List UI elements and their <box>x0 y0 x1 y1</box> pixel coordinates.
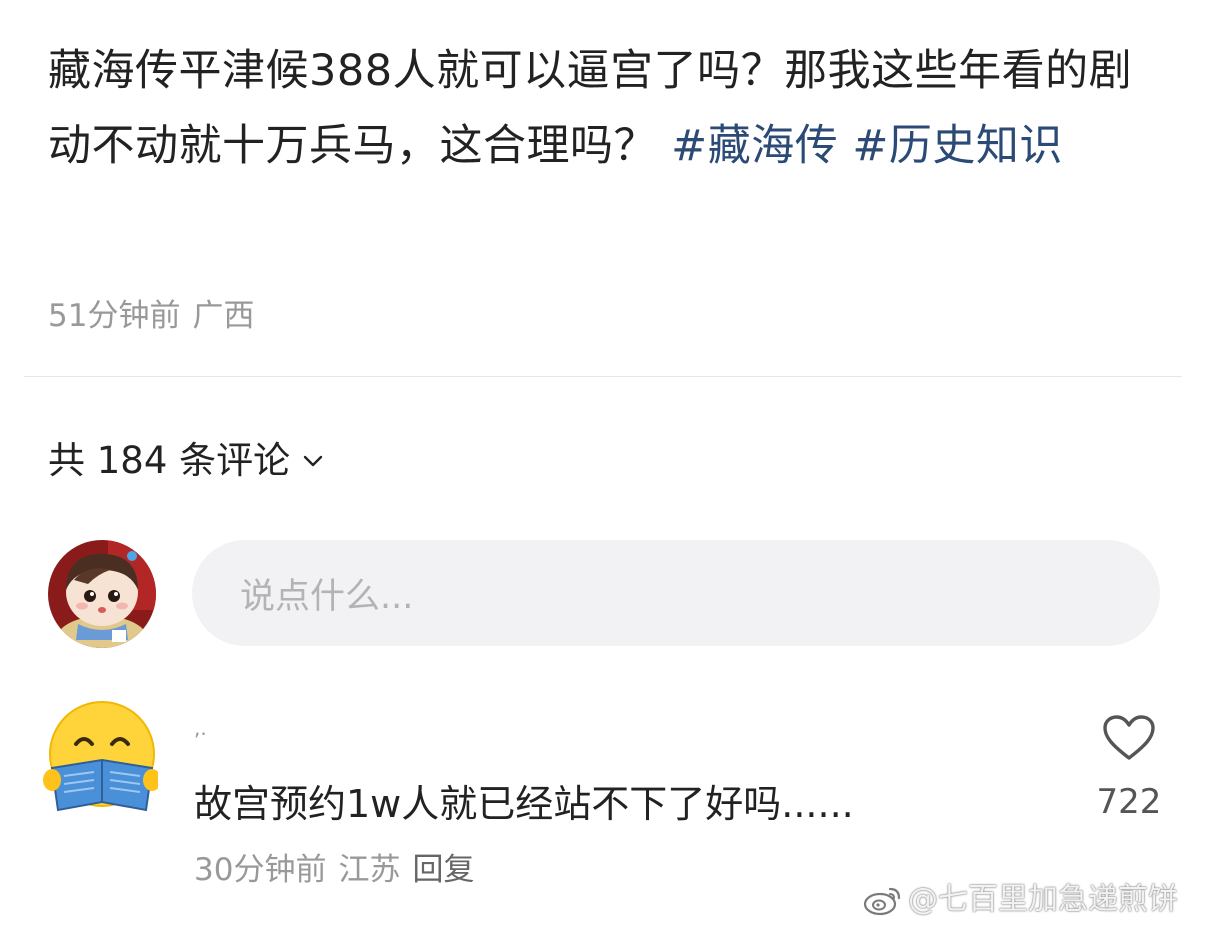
comment-time: 30分钟前 <box>194 852 327 888</box>
comment-username[interactable]: ,. <box>194 714 207 742</box>
comment-meta: 30分钟前 江苏 回复 <box>194 848 474 892</box>
chevron-down-icon <box>303 455 323 467</box>
comment-location: 江苏 <box>338 852 401 888</box>
heart-outline-icon[interactable] <box>1102 714 1156 762</box>
post-time: 51分钟前 <box>48 298 181 334</box>
watermark: @七百里加急递煎饼 <box>862 880 1178 920</box>
smiley-reading-icon <box>43 701 161 812</box>
post-meta: 51分钟前 广西 <box>48 294 254 338</box>
comments-count-sort[interactable]: 共 184 条评论 <box>48 437 324 485</box>
comment-input-placeholder: 说点什么... <box>240 576 414 617</box>
doll-avatar-icon <box>48 540 156 648</box>
comment-text: 故宫预约1w人就已经站不下了好吗...... <box>194 782 854 826</box>
weibo-logo-icon <box>863 887 901 916</box>
current-user-avatar[interactable] <box>48 540 156 648</box>
reply-button[interactable]: 回复 <box>412 852 474 888</box>
divider <box>24 376 1182 377</box>
hashtag-lishizhishi[interactable]: #历史知识 <box>852 121 1063 171</box>
like-count: 722 <box>1096 782 1162 822</box>
commenter-avatar[interactable] <box>42 700 161 816</box>
hashtag-canghaizhuan[interactable]: #藏海传 <box>671 121 838 171</box>
comments-count-label: 共 184 条评论 <box>48 439 291 482</box>
post-location: 广西 <box>192 298 255 334</box>
post-content: 藏海传平津候388人就可以逼宫了吗？那我这些年看的剧动不动就十万兵马，这合理吗？… <box>48 34 1168 184</box>
watermark-text: @七百里加急递煎饼 <box>908 882 1178 917</box>
comment-input[interactable]: 说点什么... <box>192 540 1160 646</box>
